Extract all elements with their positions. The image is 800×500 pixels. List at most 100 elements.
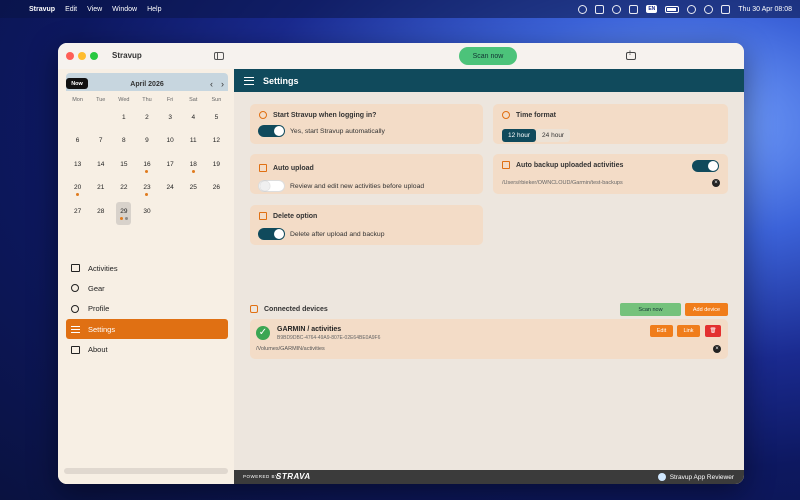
sidebar-scrollbar[interactable] <box>64 468 228 474</box>
connected-devices-title: Connected devices <box>264 306 328 313</box>
device-delete-button[interactable]: 🗑 <box>705 325 721 337</box>
window-title: Stravup <box>112 51 142 60</box>
calendar-day[interactable]: 8 <box>112 131 135 154</box>
calendar-day[interactable]: 17 <box>159 155 182 178</box>
calendar-day-empty <box>159 202 182 225</box>
calendar-now-button[interactable]: Now <box>66 78 88 89</box>
zoom-icon[interactable] <box>90 52 98 60</box>
title-bar: Stravup Scan now <box>58 43 744 69</box>
menu-app-name[interactable]: Stravup <box>29 6 55 13</box>
calendar-day[interactable]: 14 <box>89 155 112 178</box>
calendar-day[interactable]: 12 <box>205 131 228 154</box>
calendar-day[interactable]: 21 <box>89 178 112 201</box>
calendar-day[interactable]: 26 <box>205 178 228 201</box>
activities-icon <box>70 263 80 273</box>
menu-window[interactable]: Window <box>112 6 137 13</box>
calendar-day[interactable]: 10 <box>159 131 182 154</box>
upload-icon <box>259 164 267 172</box>
sidebar-item-label: Profile <box>88 304 110 314</box>
menu-help[interactable]: Help <box>147 6 161 13</box>
user-menu[interactable]: Stravup App Reviewer <box>657 473 734 481</box>
auto-upload-toggle[interactable] <box>258 180 285 192</box>
sidebar-item-settings[interactable]: Settings <box>66 319 228 340</box>
auto-backup-toggle[interactable] <box>692 160 719 172</box>
sidebar-item-label: Settings <box>88 324 116 334</box>
add-device-button[interactable]: Add device <box>685 303 728 316</box>
calendar: April 2026 Now ‹ › Mon Tue Wed Thu Fri S… <box>66 73 228 225</box>
calendar-day[interactable]: 6 <box>66 131 89 154</box>
calendar-day[interactable]: 11 <box>182 131 205 154</box>
main-content: Settings Start Stravup when logging in? … <box>234 69 744 484</box>
search-icon[interactable] <box>704 4 714 14</box>
calendar-day[interactable]: 15 <box>112 155 135 178</box>
device-icon <box>250 305 258 313</box>
time-format-24h[interactable]: 24 hour <box>536 129 571 142</box>
device-edit-button[interactable]: Edit <box>650 325 673 337</box>
delete-option-toggle[interactable] <box>258 228 285 240</box>
sidebar-item-gear[interactable]: Gear <box>66 278 228 298</box>
time-format-12h[interactable]: 12 hour <box>502 129 537 142</box>
calendar-day[interactable]: 5 <box>205 108 228 131</box>
calendar-day-empty <box>182 202 205 225</box>
calendar-day[interactable]: 9 <box>135 131 158 154</box>
activity-dot-icon <box>145 169 149 173</box>
keyboard-badge-icon[interactable]: EN <box>646 5 658 13</box>
menu-view[interactable]: View <box>87 6 102 13</box>
sidebar-item-activities[interactable]: Activities <box>66 258 228 278</box>
activity-dot-icon <box>145 193 149 197</box>
calendar-day[interactable]: 3 <box>159 108 182 131</box>
strava-logo[interactable]: STRAVA <box>276 472 311 481</box>
calendar-next-icon[interactable]: › <box>221 79 224 89</box>
time-format-card: Time format 12 hour 24 hour <box>493 104 728 144</box>
activity-dots <box>116 216 131 220</box>
calendar-prev-icon[interactable]: ‹ <box>210 79 213 89</box>
calendar-day[interactable]: 4 <box>182 108 205 131</box>
calendar-day[interactable]: 16 <box>135 155 158 178</box>
battery-icon[interactable] <box>665 5 680 13</box>
calendar-day[interactable]: 20 <box>66 178 89 201</box>
scan-now-button[interactable]: Scan now <box>459 47 517 65</box>
calendar-days: 1 2 3 4 5 6 7 8 9 10 11 12 13 14 15 16 17 18 19 20 21 22 23 24 2… <box>66 108 228 225</box>
close-icon[interactable] <box>66 52 74 60</box>
footer: POWERED BY STRAVA Stravup App Reviewer <box>234 470 744 484</box>
calendar-day[interactable]: 1 <box>112 108 135 131</box>
sidebar-item-label: Gear <box>88 283 105 293</box>
calendar-day[interactable]: 24 <box>159 178 182 201</box>
calendar-day[interactable]: 29 <box>116 201 132 225</box>
feedback-icon[interactable] <box>626 51 636 60</box>
devices-scan-now-button[interactable]: Scan now <box>620 303 681 316</box>
calendar-day[interactable]: 23 <box>135 178 158 201</box>
sidebar-toggle-icon[interactable] <box>214 52 224 60</box>
clock-icon[interactable] <box>612 4 622 14</box>
minimize-icon[interactable] <box>78 52 86 60</box>
calendar-day[interactable]: 18 <box>182 155 205 178</box>
menu-clock[interactable]: Thu 30 Apr 08:08 <box>738 6 792 13</box>
sidebar-item-profile[interactable]: Profile <box>66 299 228 319</box>
start-login-title: Start Stravup when logging in? <box>273 112 377 119</box>
display-icon[interactable] <box>629 4 639 14</box>
window-icon[interactable] <box>595 4 605 14</box>
device-link-button[interactable]: Link <box>677 325 700 337</box>
menu-edit[interactable]: Edit <box>65 6 77 13</box>
clear-backup-path-icon[interactable]: × <box>712 179 720 187</box>
control-center-icon[interactable] <box>721 4 731 14</box>
calendar-day[interactable]: 2 <box>135 108 158 131</box>
calendar-day[interactable]: 25 <box>182 178 205 201</box>
user-name: Stravup App Reviewer <box>669 473 734 481</box>
calendar-day[interactable]: 7 <box>89 131 112 154</box>
calendar-day[interactable]: 28 <box>89 202 112 225</box>
start-login-toggle[interactable] <box>258 125 285 137</box>
calendar-day[interactable]: 19 <box>205 155 228 178</box>
sidebar-item-label: Activities <box>88 263 118 273</box>
calendar-day[interactable]: 30 <box>135 202 158 225</box>
calendar-day-empty <box>66 108 89 131</box>
settings-header: Settings <box>234 69 744 92</box>
status-icon[interactable] <box>578 4 588 14</box>
calendar-day[interactable]: 27 <box>66 202 89 225</box>
wifi-icon[interactable] <box>687 4 697 14</box>
clear-device-path-icon[interactable]: × <box>713 345 721 353</box>
sidebar-item-about[interactable]: About <box>66 340 228 360</box>
calendar-day[interactable]: 22 <box>112 178 135 201</box>
auto-backup-card: Auto backup uploaded activities /Users/r… <box>493 154 728 194</box>
calendar-day[interactable]: 13 <box>66 155 89 178</box>
